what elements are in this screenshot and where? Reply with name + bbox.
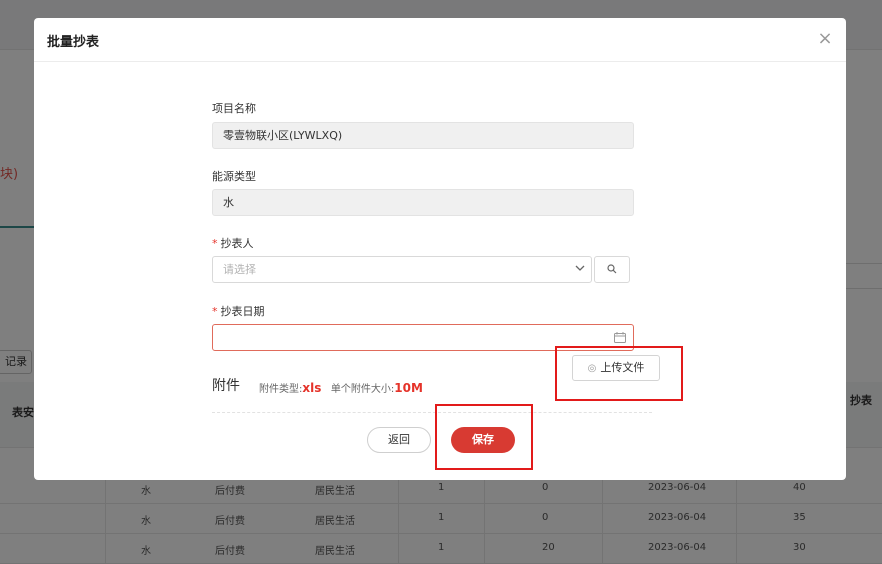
attachment-divider [212,412,652,413]
batch-meter-reading-dialog: 批量抄表 × 项目名称 零壹物联小区(LYWLXQ) 能源类型 水 * 抄表人 请… [34,18,846,480]
dialog-title: 批量抄表 [47,35,100,50]
chevron-down-icon [575,257,585,282]
energy-type-field: 水 [212,189,634,216]
save-highlight-box [435,404,533,470]
attachment-size-value: 10M [394,381,423,395]
attachment-hint: 附件类型:xls 单个附件大小:10M [259,380,423,395]
attachment-size-prefix: 单个附件大小: [330,384,395,395]
reading-date-label: * 抄表日期 [212,303,265,319]
meter-reader-select[interactable]: 请选择 [212,256,592,283]
meter-reader-placeholder: 请选择 [223,263,256,276]
required-marker: * [212,305,218,318]
meter-reader-label: * 抄表人 [212,235,254,251]
back-button[interactable]: 返回 [367,427,431,453]
calendar-icon [614,332,626,343]
project-name-label: 项目名称 [212,102,256,115]
meter-reader-search-button[interactable] [594,256,630,283]
required-marker: * [212,237,218,250]
upload-highlight-box [555,346,683,401]
meter-reader-label-text: 抄表人 [220,237,254,250]
attachment-title: 附件 [212,378,240,394]
reading-date-label-text: 抄表日期 [220,305,265,318]
search-icon [607,263,617,277]
dialog-header: 批量抄表 × [34,18,846,62]
attachment-type-prefix: 附件类型: [259,384,303,395]
project-name-field: 零壹物联小区(LYWLXQ) [212,122,634,149]
energy-type-label: 能源类型 [212,170,256,183]
attachment-type-value: xls [302,381,322,395]
close-icon[interactable]: × [816,30,834,48]
